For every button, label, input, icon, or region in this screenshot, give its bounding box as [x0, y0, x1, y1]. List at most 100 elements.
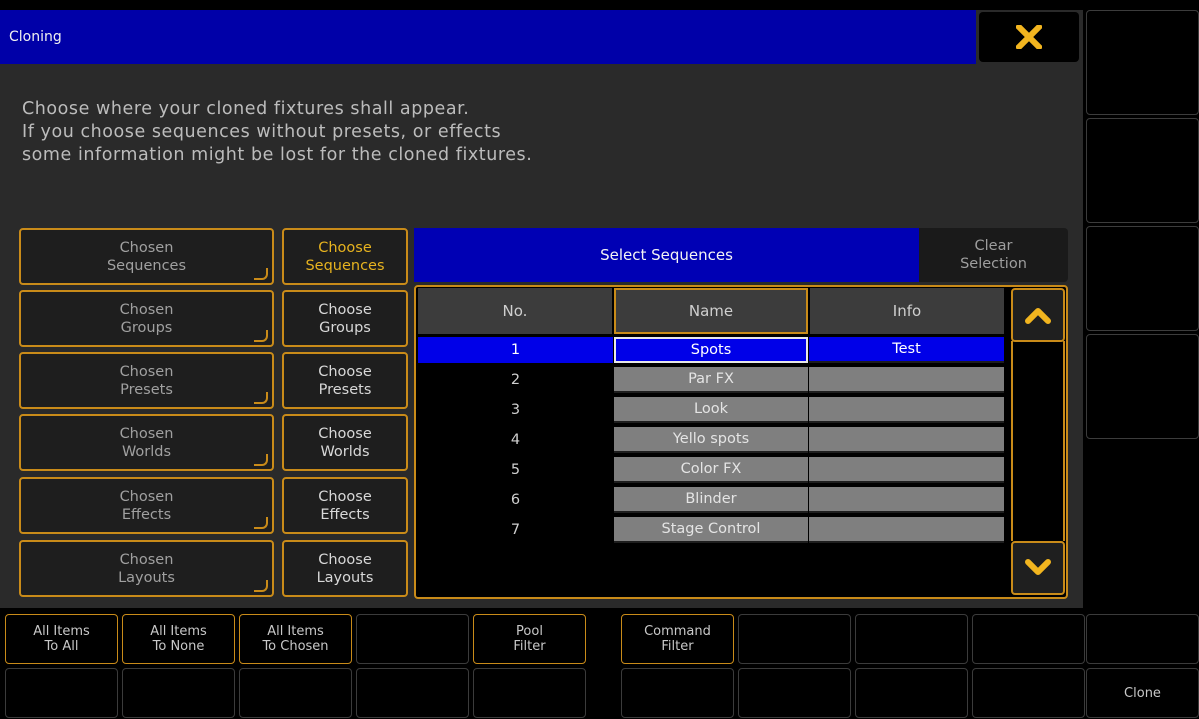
- button-label: Chosen: [119, 551, 174, 568]
- scroll-up-button[interactable]: [1011, 288, 1065, 342]
- table-row-info[interactable]: [809, 427, 1004, 453]
- empty-softkey[interactable]: [1086, 614, 1199, 664]
- side-panel[interactable]: [1086, 118, 1199, 223]
- all-items-to-all-button[interactable]: All Items To All: [5, 614, 118, 664]
- table-row-name[interactable]: Color FX: [614, 457, 808, 483]
- select-sequences-header: Select Sequences: [414, 228, 919, 282]
- table-row-no[interactable]: 5: [418, 457, 613, 483]
- table-row-no[interactable]: 2: [418, 367, 613, 393]
- button-label: To None: [152, 639, 205, 654]
- button-label: Worlds: [121, 443, 172, 460]
- table-row-no[interactable]: 3: [418, 397, 613, 423]
- empty-softkey[interactable]: [239, 668, 352, 718]
- column-header-no[interactable]: No.: [418, 288, 612, 334]
- chosen-sequences-button[interactable]: Chosen Sequences: [19, 228, 274, 285]
- button-label: Layouts: [118, 569, 175, 586]
- table-row-info[interactable]: [809, 367, 1004, 393]
- side-panel[interactable]: [1086, 10, 1199, 115]
- corner-mark-icon: [254, 392, 268, 404]
- all-items-to-none-button[interactable]: All Items To None: [122, 614, 235, 664]
- chevron-down-icon: [1025, 559, 1051, 575]
- button-label: All Items: [33, 624, 90, 639]
- close-button[interactable]: [979, 12, 1079, 62]
- button-label: Command: [644, 624, 711, 639]
- corner-mark-icon: [254, 268, 268, 280]
- button-label: Choose: [318, 425, 372, 442]
- button-label: Choose: [318, 551, 372, 568]
- empty-softkey[interactable]: [356, 614, 469, 664]
- clear-selection-button[interactable]: Clear Selection: [919, 228, 1068, 282]
- empty-softkey[interactable]: [621, 668, 734, 718]
- chevron-up-icon: [1025, 308, 1051, 324]
- empty-softkey[interactable]: [738, 614, 851, 664]
- clone-button[interactable]: Clone: [1086, 668, 1199, 718]
- chosen-effects-button[interactable]: Chosen Effects: [19, 477, 274, 534]
- button-label: Chosen: [119, 239, 174, 256]
- choose-groups-button[interactable]: Choose Groups: [282, 290, 408, 347]
- empty-softkey[interactable]: [972, 668, 1085, 718]
- button-label: Layouts: [316, 569, 374, 586]
- table-row-name[interactable]: Spots: [614, 337, 808, 363]
- all-items-to-chosen-button[interactable]: All Items To Chosen: [239, 614, 352, 664]
- choose-sequences-button[interactable]: Choose Sequences: [282, 228, 408, 285]
- table-row-no[interactable]: 4: [418, 427, 613, 453]
- button-label: Chosen: [119, 363, 174, 380]
- empty-softkey[interactable]: [738, 668, 851, 718]
- table-row-info[interactable]: [809, 517, 1004, 543]
- table-row-info[interactable]: [809, 487, 1004, 513]
- table-row-no[interactable]: 1: [418, 337, 613, 363]
- empty-softkey[interactable]: [855, 668, 968, 718]
- button-label: Groups: [319, 319, 371, 336]
- button-label: Choose: [318, 488, 372, 505]
- instructions-text: Choose where your cloned fixtures shall …: [22, 98, 922, 167]
- table-row-name[interactable]: Blinder: [614, 487, 808, 513]
- button-label: Worlds: [320, 443, 370, 460]
- empty-softkey[interactable]: [972, 614, 1085, 664]
- table-row-name[interactable]: Look: [614, 397, 808, 423]
- instruction-line: some information might be lost for the c…: [22, 145, 533, 165]
- chosen-presets-button[interactable]: Chosen Presets: [19, 352, 274, 409]
- chosen-layouts-button[interactable]: Chosen Layouts: [19, 540, 274, 597]
- empty-softkey[interactable]: [356, 668, 469, 718]
- close-icon: [1016, 25, 1042, 49]
- table-row-name[interactable]: Stage Control: [614, 517, 808, 543]
- button-label: Clear: [974, 238, 1013, 254]
- command-filter-button[interactable]: Command Filter: [621, 614, 734, 664]
- scroll-down-button[interactable]: [1011, 541, 1065, 595]
- choose-worlds-button[interactable]: Choose Worlds: [282, 414, 408, 471]
- button-label: Choose: [318, 239, 372, 256]
- scrollbar-track[interactable]: [1011, 341, 1065, 541]
- button-label: Chosen: [119, 301, 174, 318]
- table-row-info[interactable]: Test: [809, 337, 1004, 363]
- instruction-line: If you choose sequences without presets,…: [22, 122, 502, 142]
- button-label: Effects: [121, 506, 172, 523]
- button-label: Presets: [120, 381, 173, 398]
- table-row-no[interactable]: 6: [418, 487, 613, 513]
- column-header-name[interactable]: Name: [614, 288, 808, 334]
- empty-softkey[interactable]: [122, 668, 235, 718]
- choose-presets-button[interactable]: Choose Presets: [282, 352, 408, 409]
- corner-mark-icon: [254, 454, 268, 466]
- chosen-worlds-button[interactable]: Chosen Worlds: [19, 414, 274, 471]
- choose-layouts-button[interactable]: Choose Layouts: [282, 540, 408, 597]
- empty-softkey[interactable]: [5, 668, 118, 718]
- table-row-name[interactable]: Yello spots: [614, 427, 808, 453]
- button-label: To Chosen: [262, 639, 329, 654]
- table-row-no[interactable]: 7: [418, 517, 613, 543]
- table-row-name[interactable]: Par FX: [614, 367, 808, 393]
- button-label: Chosen: [119, 488, 174, 505]
- side-panel[interactable]: [1086, 226, 1199, 331]
- table-row-info[interactable]: [809, 397, 1004, 423]
- button-label: Filter: [661, 639, 694, 654]
- pool-filter-button[interactable]: Pool Filter: [473, 614, 586, 664]
- table-row-info[interactable]: [809, 457, 1004, 483]
- side-panel[interactable]: [1086, 334, 1199, 439]
- button-label: All Items: [267, 624, 324, 639]
- button-label: Choose: [318, 363, 372, 380]
- chosen-groups-button[interactable]: Chosen Groups: [19, 290, 274, 347]
- empty-softkey[interactable]: [473, 668, 586, 718]
- column-header-info[interactable]: Info: [810, 288, 1004, 334]
- corner-mark-icon: [254, 580, 268, 592]
- empty-softkey[interactable]: [855, 614, 968, 664]
- choose-effects-button[interactable]: Choose Effects: [282, 477, 408, 534]
